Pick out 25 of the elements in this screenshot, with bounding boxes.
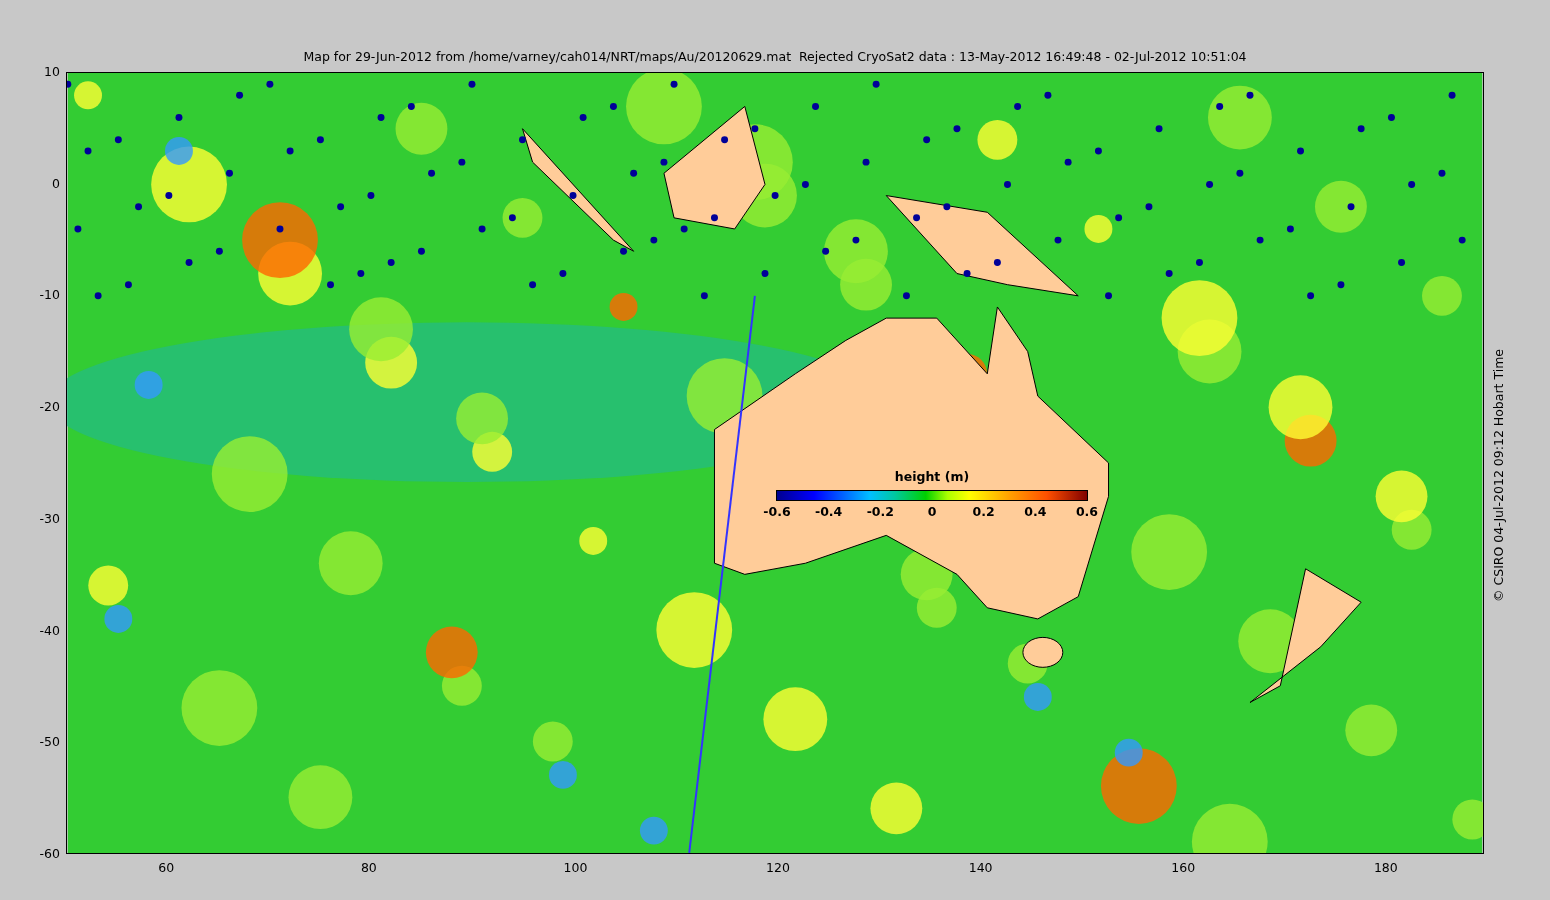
- colorbar-tick-label: -0.4: [815, 504, 843, 519]
- x-axis-tick-label: 120: [766, 860, 790, 875]
- y-axis-tick-label: -30: [39, 510, 60, 526]
- y-axis-tick-label: -60: [39, 846, 60, 861]
- colorbar-tick-label: 0.2: [972, 504, 995, 519]
- y-axis-tick-label: 10: [44, 64, 60, 79]
- colorbar-tick-label: -0.6: [763, 504, 791, 519]
- x-axis-tick-label: 180: [1373, 860, 1398, 875]
- y-axis-tick-label: -10: [39, 287, 60, 303]
- x-axis-tick-label: 160: [1171, 860, 1196, 875]
- y-axis-tick-label: 0: [52, 175, 60, 191]
- colorbar-tick-label: -0.2: [866, 504, 894, 519]
- y-axis-tick-label: -20: [39, 399, 60, 415]
- colorbar-tick-label: 0.6: [1075, 504, 1099, 519]
- chart-title: Map for 29-Jun-2012 from /home/varney/cah014/NRT/maps/Au/20120629.mat Rejected CryoSat2 data : 13-May-2012 16:49:48 - 02-Jul-2012 10:51:04: [303, 49, 1247, 64]
- x-axis-tick-label: 80: [360, 860, 377, 875]
- copyright-note: © CSIRO 04-Jul-2012 09:12 Hobart Time: [1491, 348, 1506, 602]
- y-axis-tick-label: -40: [39, 622, 60, 638]
- x-axis-tick-label: 60: [158, 860, 175, 875]
- colorbar-tick-label: 0.4: [1024, 504, 1047, 519]
- y-axis-tick-label: -50: [39, 734, 60, 750]
- x-axis-tick-label: 140: [968, 860, 993, 875]
- colorbar-tick-label: 0: [927, 504, 937, 519]
- colorbar-label: height (m): [894, 469, 970, 484]
- x-axis-tick-label: 100: [563, 860, 588, 875]
